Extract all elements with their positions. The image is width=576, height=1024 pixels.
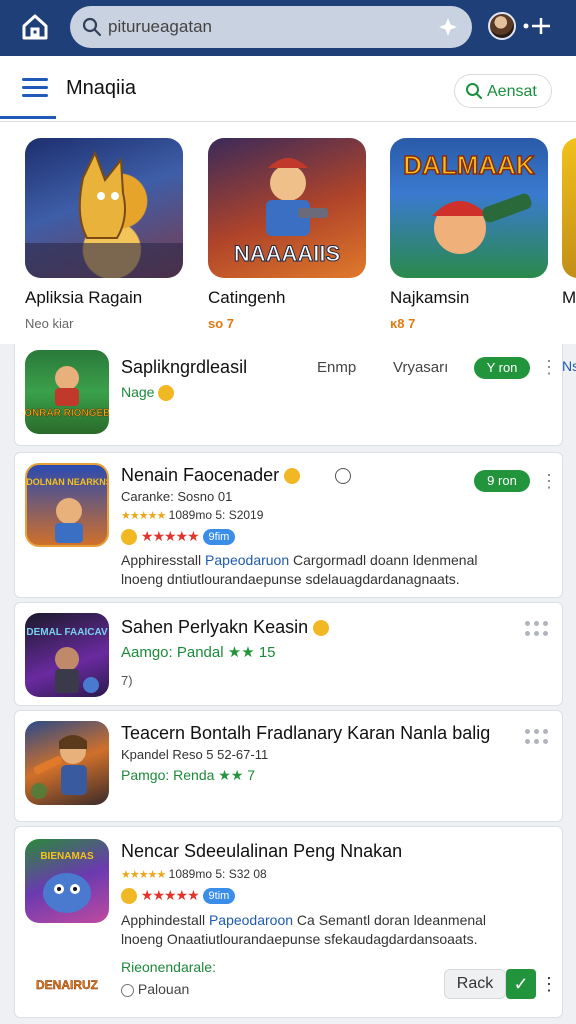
app-icon: NAAAAIIS (208, 138, 366, 278)
rack-button[interactable]: Rack (444, 969, 506, 999)
emoji-icon (121, 888, 137, 905)
carousel-item[interactable]: Apliksia Ragain Neo kiar (25, 138, 185, 331)
app-icon-wordmark: BIENAMAS (40, 851, 94, 862)
app-badges: ★★★★★ 9fim (121, 528, 236, 546)
active-indicator (0, 116, 56, 119)
app-name: Apliksia Ragain (25, 288, 143, 307)
app-icon: DEMAL FAAICAV (25, 613, 109, 697)
hamburger-menu-icon[interactable] (22, 78, 48, 98)
recommendation-label: Rieonendarale: (121, 959, 216, 975)
more-options-icon[interactable]: ⋮ (540, 470, 558, 492)
list-item[interactable]: DEMAL FAAICAV Sahen Perlyakn Keasin Aamg… (14, 602, 563, 706)
publisher-logo: DENAIRUZ (25, 967, 109, 1001)
app-meta: Kpandel Reso 5 52-67-11 (121, 747, 269, 762)
emoji-icon (121, 529, 137, 546)
list-item[interactable]: BIENAMAS Nencar Sdeeulalinan Peng Nnakan… (14, 826, 563, 1018)
publisher-note: Palouan (121, 981, 189, 997)
search-bar[interactable] (70, 6, 472, 48)
app-description: Apphiresstall Papeodaruon Cargormadl doa… (121, 552, 478, 587)
app-meta: Enmp (317, 359, 357, 376)
app-title: Sahen Perlyakn Keasin (121, 617, 330, 638)
list-item[interactable]: DONRAR RIONGEBS Saplikngrdleasil Enmp Vr… (14, 344, 576, 446)
star-rating-icon: ★★★★★ (140, 887, 200, 903)
app-subtitle: Neo kiar (25, 316, 74, 331)
emoji-icon (284, 468, 301, 485)
add-person-icon[interactable] (520, 14, 552, 38)
app-meta: Ns (562, 358, 576, 374)
search-button[interactable]: Aensat (454, 74, 552, 108)
app-subtitle: ĸ8 7 (390, 316, 416, 331)
star-icon: ★★ (227, 644, 255, 661)
app-rating: ★★★★★ 1089mo 5: S2019 (121, 508, 264, 522)
carousel-item[interactable]: NAAAAIIS Catingenh so 7 (208, 138, 368, 331)
app-name: M (562, 288, 576, 307)
app-meta: Vryasarı (393, 359, 449, 376)
star-rating-icon: ★★★★★ (121, 869, 166, 881)
app-meta: Pamgo: Renda ★★ 7 (121, 767, 256, 783)
version-badge: 9fim (202, 529, 236, 546)
install-button[interactable]: Y ron (474, 357, 530, 379)
search-input[interactable] (108, 14, 408, 40)
page-title: Mnaqiia (66, 77, 137, 99)
top-app-bar (0, 0, 576, 56)
app-icon-wordmark: DONRAR RIONGEBS (25, 408, 109, 419)
app-name: Najkamsin (390, 288, 470, 307)
list-item[interactable]: Teacern Bontalh Fradlanary Karan Nanla b… (14, 710, 563, 822)
app-rating: ★★★★★ 1089mo 5: S32 08 (121, 867, 267, 881)
app-description: Apphindestall Papeodaroon Ca Semantl dor… (121, 912, 487, 947)
app-icon-wordmark: DALMAAK (403, 150, 535, 180)
sub-header: Mnaqiia Aensat (0, 56, 576, 122)
app-icon-wordmark: NAAAAIIS (234, 241, 340, 266)
app-icon: DOLNAN NEARKNS (25, 463, 109, 547)
home-icon[interactable] (18, 10, 52, 44)
search-icon (466, 83, 482, 99)
app-title: Nencar Sdeeulalinan Peng Nnakan (121, 841, 403, 861)
app-meta: Caranke: Sosno 01 (121, 489, 233, 504)
app-icon (25, 721, 109, 805)
app-meta: 7) (121, 673, 133, 688)
emoji-icon (313, 620, 330, 637)
app-icon: BIENAMAS (25, 839, 109, 923)
app-icon (25, 138, 183, 278)
more-options-icon[interactable]: ⋮ (540, 356, 558, 378)
carousel-item[interactable]: M (562, 138, 576, 307)
more-options-icon[interactable]: ⋮ (540, 973, 558, 995)
app-title: Nenain Faocenader (121, 465, 352, 486)
avatar[interactable] (488, 12, 516, 40)
app-subtitle: so 7 (208, 316, 235, 331)
sparkle-icon[interactable] (436, 15, 460, 39)
app-icon-wordmark: DOLNAN NEARKNS (27, 477, 109, 487)
featured-carousel[interactable]: Apliksia Ragain Neo kiar NAAAAIIS Cating… (0, 122, 576, 344)
emoji-icon (158, 385, 175, 402)
app-badges: ★★★★★ 9tim (121, 887, 236, 905)
publisher-logo-wordmark: DENAIRUZ (36, 978, 98, 992)
app-title: Saplikngrdleasil (121, 357, 248, 377)
drag-handle-icon[interactable] (525, 621, 549, 641)
star-icon: ★★ (218, 767, 244, 783)
search-button-label: Aensat (487, 83, 537, 100)
app-icon-wordmark: DEMAL FAAICAV (26, 627, 108, 638)
carousel-item[interactable]: DALMAAK Najkamsin ĸ8 7 (390, 138, 550, 331)
version-badge: 9tim (202, 888, 236, 905)
app-name: Catingenh (208, 288, 286, 307)
star-rating-icon: ★★★★★ (121, 510, 166, 522)
info-icon (121, 983, 134, 997)
app-icon: DONRAR RIONGEBS (25, 350, 109, 434)
star-rating-icon: ★★★★★ (140, 528, 200, 544)
app-tag: Nage (121, 384, 175, 402)
install-button[interactable]: 9 ron (474, 470, 530, 492)
info-icon[interactable] (335, 468, 352, 485)
drag-handle-icon[interactable] (525, 729, 549, 749)
search-icon (82, 17, 102, 37)
app-title: Teacern Bontalh Fradlanary Karan Nanla b… (121, 723, 491, 743)
app-meta: Aamgo: Pandal ★★ 15 (121, 644, 276, 661)
check-icon[interactable]: ✓ (506, 969, 536, 999)
app-icon: DALMAAK (390, 138, 548, 278)
list-item[interactable]: DOLNAN NEARKNS Nenain Faocenader Caranke… (14, 452, 563, 598)
app-icon (562, 138, 576, 278)
